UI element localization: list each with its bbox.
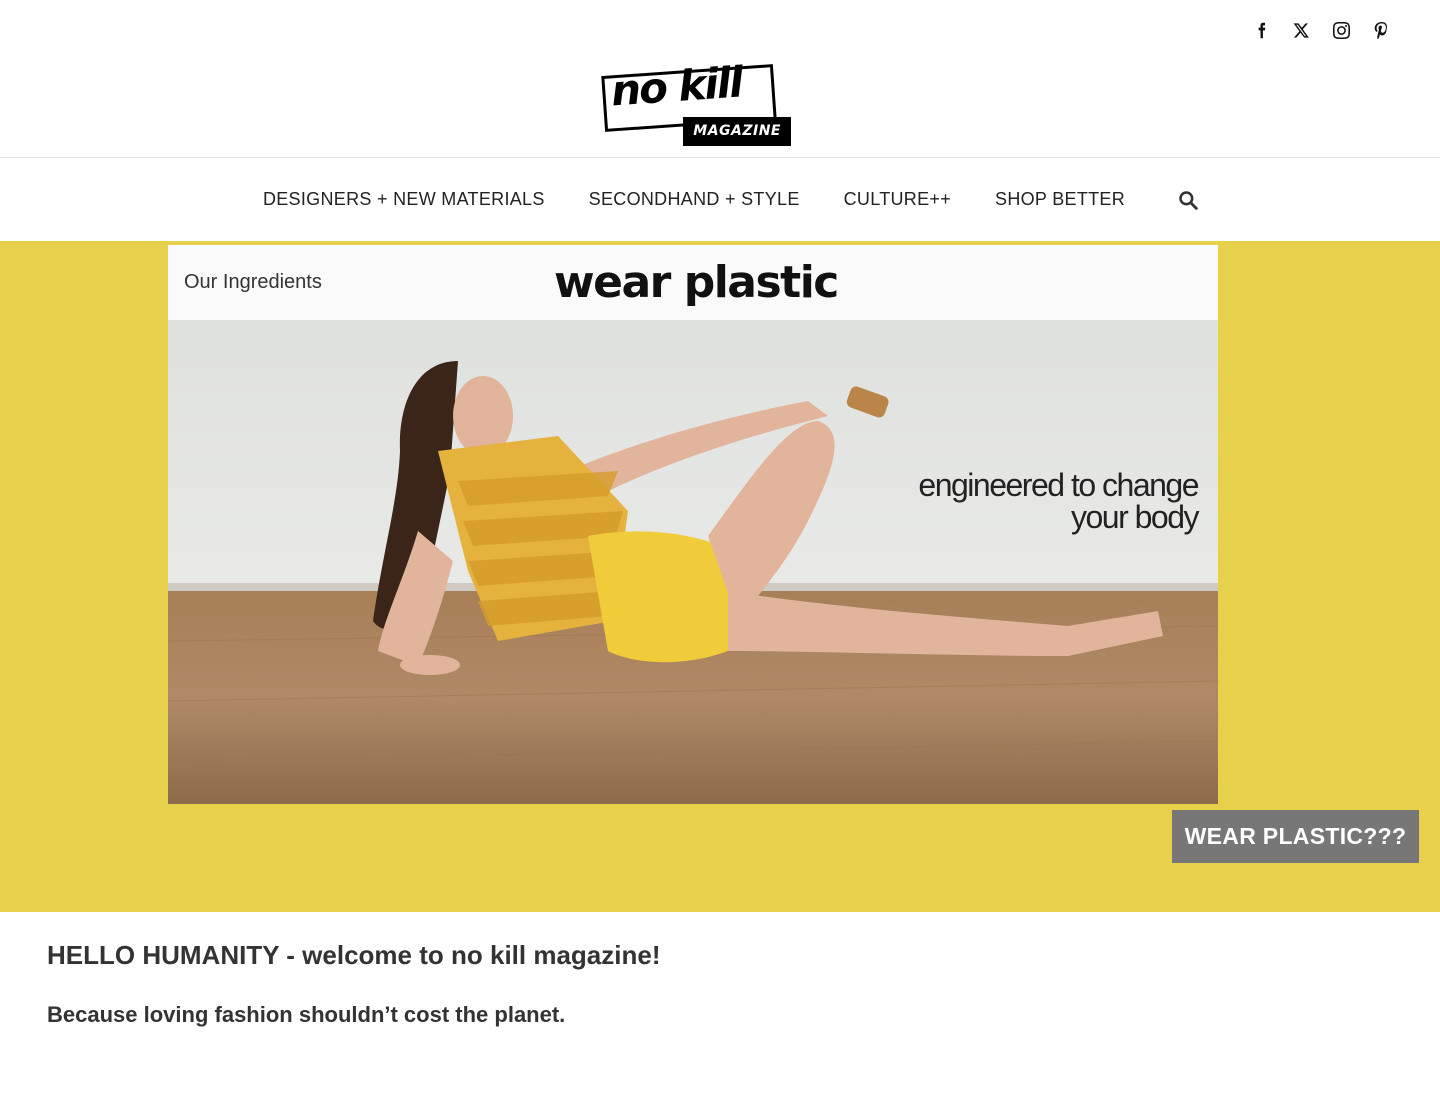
instagram-link[interactable] [1332,18,1350,42]
logo-subtitle: MAGAZINE [683,117,791,146]
facebook-icon [1258,22,1265,38]
search-icon [1179,190,1198,210]
hero-ad-image[interactable]: Our Ingredients wear plastic engineered … [168,245,1218,804]
facebook-link[interactable] [1252,18,1270,42]
ad-tagline-line1: engineered to change [918,467,1199,503]
site-header: no kill MAGAZINE [0,0,1440,158]
ad-tagline-line2: your body [1070,499,1200,535]
search-button[interactable] [1177,189,1199,211]
x-icon [1293,22,1309,38]
main-nav: DESIGNERS + NEW MATERIALS SECONDHAND + S… [0,158,1440,241]
instagram-icon [1332,21,1350,39]
x-link[interactable] [1292,18,1310,42]
nav-item-designers[interactable]: DESIGNERS + NEW MATERIALS [263,189,545,210]
ad-header-bar: Our Ingredients wear plastic [168,245,1218,321]
social-links [1252,18,1390,42]
intro-subheading: Because loving fashion shouldn’t cost th… [47,1002,566,1027]
ad-photo [168,321,1218,804]
nav-item-secondhand[interactable]: SECONDHAND + STYLE [589,189,800,210]
wear-plastic-button[interactable]: WEAR PLASTIC??? [1172,810,1419,863]
ad-tagline: engineered to change your body [918,467,1200,535]
ad-ingredients-label: Our Ingredients [184,271,322,293]
pinterest-icon [1374,21,1387,39]
nav-item-culture[interactable]: CULTURE++ [844,189,951,210]
logo-wordmark: no kill [609,57,744,116]
site-logo[interactable]: no kill MAGAZINE [601,57,791,146]
hero-section: Our Ingredients wear plastic engineered … [0,241,1440,912]
intro-heading: HELLO HUMANITY - welcome to no kill maga… [47,940,660,971]
intro-heading-rest: - welcome to no kill magazine! [279,940,661,970]
pinterest-link[interactable] [1372,18,1390,42]
nav-item-shop-better[interactable]: SHOP BETTER [995,189,1125,210]
ad-brand-title: wear plastic [554,257,839,308]
intro-heading-caps: HELLO HUMANITY [47,940,280,970]
